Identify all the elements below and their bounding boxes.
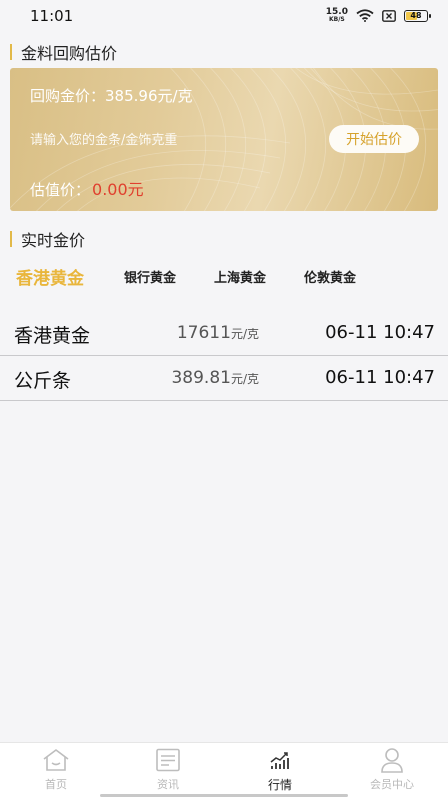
wifi-icon (356, 9, 374, 22)
price-item-value: 389.81元/克 (171, 368, 259, 388)
gold-category-tabs: 香港黄金 银行黄金 上海黄金 伦敦黄金 (0, 262, 448, 296)
realtime-section-header: 实时金价 (10, 227, 85, 251)
nav-item-market[interactable]: 行情 (240, 743, 320, 798)
realtime-section-title: 实时金价 (21, 231, 86, 250)
valuation-label: 估值价： (30, 181, 91, 199)
start-estimate-button[interactable]: 开始估价 (329, 125, 419, 153)
status-time: 11:01 (30, 7, 74, 25)
bottom-nav: 首页 资讯 行情 会员中心 (0, 742, 448, 798)
valuation-value: 0.00元 (92, 180, 144, 199)
battery-icon: 48 (404, 9, 431, 22)
price-item-time: 06-11 10:47 (325, 367, 435, 388)
price-row[interactable]: 公斤条 389.81元/克 06-11 10:47 (0, 356, 448, 401)
tab-shanghai-gold[interactable]: 上海黄金 (214, 262, 266, 296)
price-row[interactable]: 香港黄金 17611元/克 06-11 10:47 (0, 311, 448, 356)
price-item-name: 公斤条 (14, 370, 72, 392)
price-item-name: 香港黄金 (14, 325, 91, 347)
buyback-price-label: 回购金价： (30, 87, 106, 105)
nav-label-home: 首页 (45, 778, 67, 791)
price-number: 389.81 (171, 368, 231, 388)
home-indicator[interactable] (100, 794, 348, 797)
nav-item-news[interactable]: 资讯 (128, 743, 208, 798)
sim-off-icon (382, 9, 396, 22)
estimate-section-header: 金料回购估价 (10, 40, 117, 64)
buyback-price-line: 回购金价：385.96元/克 (30, 85, 193, 106)
status-bar: 11:01 15.0 KB/S 48 (0, 0, 448, 32)
estimate-card: 回购金价：385.96元/克 开始估价 估值价： 0.00元 (10, 68, 438, 211)
tab-hongkong-gold[interactable]: 香港黄金 (16, 262, 84, 296)
market-chart-icon (269, 747, 291, 773)
section-accent-bar (10, 231, 12, 247)
nav-label-market: 行情 (267, 778, 292, 792)
valuation-line: 估值价： 0.00元 (30, 176, 144, 200)
section-accent-bar (10, 44, 12, 60)
news-icon (155, 747, 181, 773)
member-icon (379, 747, 405, 773)
nav-item-home[interactable]: 首页 (16, 743, 96, 798)
network-speed: 15.0 KB/S (326, 8, 348, 23)
price-unit: 元/克 (230, 327, 259, 341)
nav-label-news: 资讯 (157, 778, 179, 791)
home-icon (41, 747, 71, 773)
price-item-value: 17611元/克 (177, 323, 259, 343)
buyback-price-value: 385.96元/克 (105, 87, 193, 105)
tab-bank-gold[interactable]: 银行黄金 (124, 262, 176, 296)
status-indicators: 15.0 KB/S 48 (326, 8, 431, 23)
price-number: 17611 (176, 323, 231, 343)
price-item-time: 06-11 10:47 (325, 322, 435, 343)
price-unit: 元/克 (230, 372, 259, 386)
nav-item-member[interactable]: 会员中心 (352, 743, 432, 798)
gold-weight-input[interactable] (30, 128, 320, 152)
network-speed-unit: KB/S (329, 16, 345, 23)
estimate-section-title: 金料回购估价 (21, 44, 118, 63)
nav-label-member: 会员中心 (370, 778, 414, 791)
battery-level: 48 (410, 11, 422, 20)
price-list: 香港黄金 17611元/克 06-11 10:47 公斤条 389.81元/克 … (0, 311, 448, 401)
tab-london-gold[interactable]: 伦敦黄金 (304, 262, 356, 296)
